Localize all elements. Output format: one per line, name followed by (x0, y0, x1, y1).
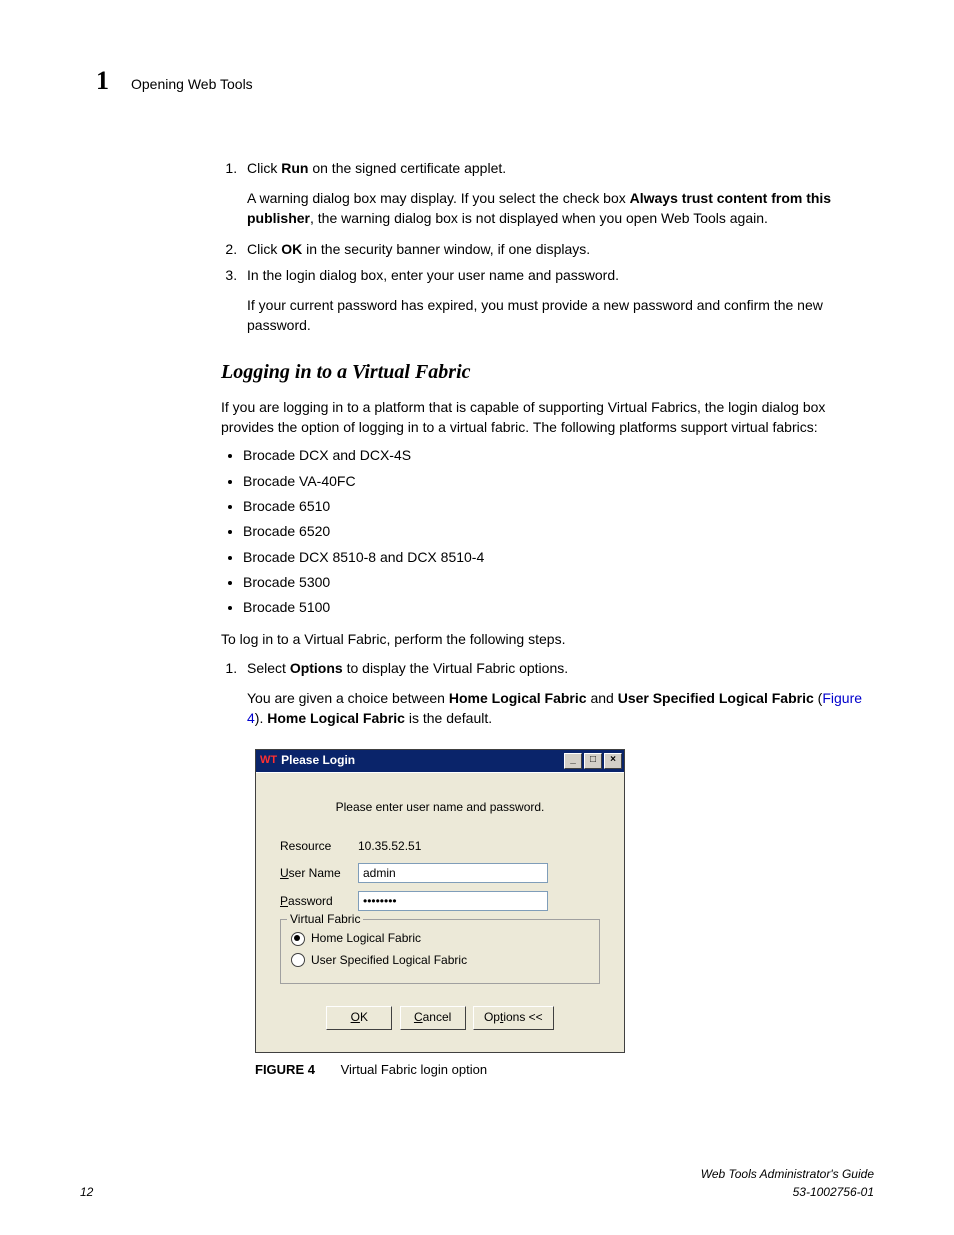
t: A warning dialog box may display. If you… (247, 190, 630, 206)
wt-logo: WT (260, 753, 277, 769)
cancel-button[interactable]: Cancel (400, 1006, 466, 1029)
vf-step1-choice: You are given a choice between Home Logi… (247, 688, 874, 729)
radio-label: User Specified Logical Fabric (311, 952, 467, 969)
fieldset-legend: Virtual Fabric (287, 911, 363, 928)
vf-steps: Select Options to display the Virtual Fa… (221, 658, 874, 729)
ok-button[interactable]: OK (326, 1006, 392, 1029)
figure-caption-text: Virtual Fabric login option (341, 1062, 487, 1077)
step-1: Click Run on the signed certificate appl… (241, 158, 874, 229)
radio-home[interactable]: Home Logical Fabric (291, 930, 589, 947)
t: Home Logical Fabric (449, 690, 587, 706)
vf-step-1: Select Options to display the Virtual Fa… (241, 658, 874, 729)
step-2: Click OK in the security banner window, … (241, 239, 874, 259)
step1-text: Click Run on the signed certificate appl… (247, 160, 506, 176)
t: Click (247, 241, 281, 257)
t: and (587, 690, 618, 706)
t: ). (255, 710, 267, 726)
ok-bold: OK (281, 241, 302, 257)
vf-intro: If you are logging in to a platform that… (221, 397, 874, 438)
radio-icon (291, 932, 305, 946)
dialog-prompt: Please enter user name and password. (280, 799, 600, 816)
figure-label: FIGURE 4 (255, 1062, 315, 1077)
close-button[interactable]: × (604, 753, 622, 769)
t: You are given a choice between (247, 690, 449, 706)
page-header: 1 Opening Web Tools (96, 62, 874, 100)
virtual-fabric-group: Virtual Fabric Home Logical Fabric User … (280, 919, 600, 984)
step3-note: If your current password has expired, yo… (247, 295, 874, 336)
radio-icon (291, 953, 305, 967)
vf-lead: To log in to a Virtual Fabric, perform t… (221, 629, 874, 649)
resource-label: Resource (280, 838, 358, 855)
platform-item: Brocade VA-40FC (243, 471, 874, 491)
username-label: User Name (280, 865, 358, 882)
t: in the security banner window, if one di… (302, 241, 590, 257)
options-bold: Options (290, 660, 343, 676)
radio-label: Home Logical Fabric (311, 930, 421, 947)
resource-value: 10.35.52.51 (358, 838, 548, 855)
step1-note: A warning dialog box may display. If you… (247, 188, 874, 229)
t: In the login dialog box, enter your user… (247, 267, 619, 283)
page-footer: 12 Web Tools Administrator's Guide 53-10… (80, 1166, 874, 1201)
options-button[interactable]: Options << (473, 1006, 554, 1029)
minimize-button[interactable]: _ (564, 753, 582, 769)
figure-caption: FIGURE 4 Virtual Fabric login option (255, 1061, 874, 1080)
radio-user-specified[interactable]: User Specified Logical Fabric (291, 952, 589, 969)
t: Click (247, 160, 281, 176)
platforms-list: Brocade DCX and DCX-4S Brocade VA-40FC B… (221, 445, 874, 617)
t: , the warning dialog box is not displaye… (310, 210, 768, 226)
username-input[interactable] (358, 863, 548, 883)
page-number: 12 (80, 1184, 93, 1201)
t: Select (247, 660, 290, 676)
platform-item: Brocade DCX 8510-8 and DCX 8510-4 (243, 547, 874, 567)
step-3: In the login dialog box, enter your user… (241, 265, 874, 336)
chapter-number: 1 (96, 62, 109, 100)
platform-item: Brocade 6520 (243, 521, 874, 541)
t: to display the Virtual Fabric options. (343, 660, 568, 676)
body-content: Click Run on the signed certificate appl… (96, 158, 874, 1080)
platform-item: Brocade 6510 (243, 496, 874, 516)
titlebar: WT Please Login _ □ × (256, 750, 624, 772)
subsection-heading: Logging in to a Virtual Fabric (221, 358, 874, 387)
dialog-title: Please Login (281, 752, 564, 769)
maximize-button[interactable]: □ (584, 753, 602, 769)
run-bold: Run (281, 160, 308, 176)
t: Home Logical Fabric (267, 710, 405, 726)
procedure-steps: Click Run on the signed certificate appl… (221, 158, 874, 336)
password-label: Password (280, 893, 358, 910)
doc-title: Web Tools Administrator's Guide (701, 1166, 874, 1183)
platform-item: Brocade 5100 (243, 597, 874, 617)
t: is the default. (405, 710, 492, 726)
t: on the signed certificate applet. (308, 160, 506, 176)
doc-number: 53-1002756-01 (701, 1184, 874, 1201)
vf-step1-text: Select Options to display the Virtual Fa… (247, 660, 568, 676)
password-input[interactable] (358, 891, 548, 911)
t: User Specified Logical Fabric (618, 690, 814, 706)
login-dialog: WT Please Login _ □ × Please enter user … (255, 749, 625, 1053)
platform-item: Brocade 5300 (243, 572, 874, 592)
platform-item: Brocade DCX and DCX-4S (243, 445, 874, 465)
section-title: Opening Web Tools (131, 74, 253, 94)
